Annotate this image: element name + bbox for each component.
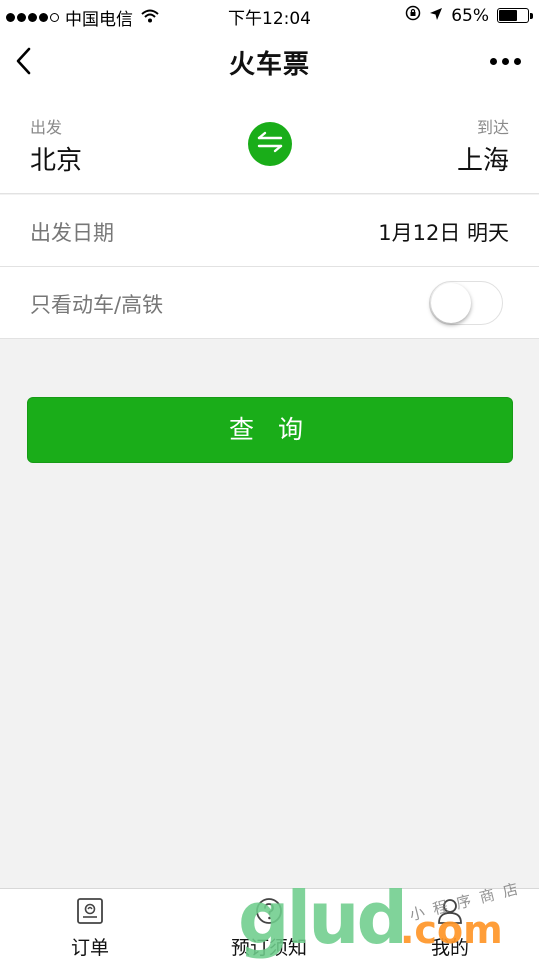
- battery-fill: [499, 10, 517, 21]
- tab-orders-label: 订单: [70, 937, 109, 959]
- swap-icon: [256, 131, 284, 157]
- departure-date-label: 出发日期: [30, 221, 114, 245]
- to-label: 到达: [476, 118, 509, 137]
- highspeed-filter-label: 只看动车/高铁: [30, 293, 164, 317]
- toggle-knob: [431, 283, 471, 323]
- rotation-lock-icon: [405, 5, 421, 26]
- tab-mine[interactable]: 我的: [380, 889, 520, 960]
- tab-mine-label: 我的: [430, 937, 469, 959]
- tab-bar: 订单 预订须知 我的: [0, 888, 539, 960]
- status-right: 65%: [405, 5, 533, 26]
- question-icon: [255, 897, 283, 925]
- battery-percent: 65%: [451, 5, 489, 26]
- from-label: 出发: [30, 118, 63, 137]
- from-city[interactable]: 北京: [30, 140, 82, 177]
- query-button[interactable]: 查 询: [27, 397, 513, 463]
- nav-bar: 火车票: [0, 30, 539, 92]
- location-arrow-icon: [429, 6, 443, 26]
- more-icon[interactable]: [490, 58, 521, 65]
- highspeed-toggle[interactable]: [429, 281, 503, 325]
- train-ticket-page: 中国电信 下午12:04 65% 火车票 出发 北京 到达 上海 出发日期 1月…: [0, 0, 539, 960]
- departure-date-row[interactable]: 出发日期 1月12日 明天: [0, 195, 539, 267]
- tab-orders[interactable]: 订单: [20, 889, 160, 960]
- status-bar: 中国电信 下午12:04 65%: [0, 0, 539, 30]
- user-icon: [436, 897, 464, 925]
- orders-icon: [76, 897, 104, 925]
- highspeed-filter-row: 只看动车/高铁: [0, 267, 539, 339]
- route-selector: 出发 北京 到达 上海: [0, 92, 539, 194]
- swap-stations-button[interactable]: [248, 122, 292, 166]
- to-city[interactable]: 上海: [457, 140, 509, 177]
- departure-date-value: 1月12日 明天: [378, 221, 509, 245]
- page-title: 火车票: [228, 50, 310, 80]
- tab-booking-notice-label: 预订须知: [230, 937, 307, 959]
- battery-icon: [497, 8, 533, 23]
- tab-booking-notice[interactable]: 预订须知: [199, 889, 339, 960]
